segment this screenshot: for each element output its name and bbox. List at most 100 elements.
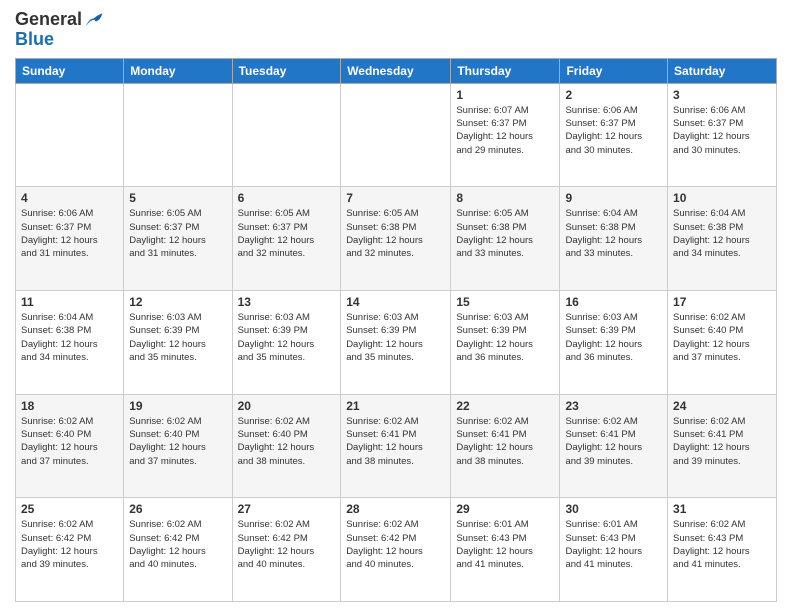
calendar-day-cell: 12Sunrise: 6:03 AM Sunset: 6:39 PM Dayli…: [124, 291, 232, 395]
day-number: 25: [21, 502, 118, 516]
calendar-day-cell: 28 Sunrise: 6:02 AM Sunset: 6:42 PM Dayli…: [341, 498, 451, 602]
day-info: Sunrise: 6:03 AM Sunset: 6:39 PM Dayligh…: [565, 311, 662, 364]
day-info: Sunrise: 6:02 AM Sunset: 6:41 PM Dayligh…: [346, 415, 445, 468]
day-of-week-header: Sunday: [16, 58, 124, 83]
day-number: 23: [565, 399, 662, 413]
page: General Blue SundayMondayTuesdayWednesda…: [0, 0, 792, 612]
day-number: 28: [346, 502, 445, 516]
calendar-table: SundayMondayTuesdayWednesdayThursdayFrid…: [15, 58, 777, 602]
day-info: Sunrise: 6:02 AM Sunset: 6:40 PM Dayligh…: [673, 311, 771, 364]
calendar-day-cell: 24 Sunrise: 6:02 AM Sunset: 6:41 PM Dayli…: [668, 394, 777, 498]
day-number: 22: [456, 399, 554, 413]
calendar-day-cell: 5 Sunrise: 6:05 AM Sunset: 6:37 PM Daylig…: [124, 187, 232, 291]
calendar-day-cell: [124, 83, 232, 187]
day-info: Sunrise: 6:02 AM Sunset: 6:43 PM Dayligh…: [673, 518, 771, 571]
calendar-week-row: 1 Sunrise: 6:07 AM Sunset: 6:37 PM Daylig…: [16, 83, 777, 187]
calendar-week-row: 4 Sunrise: 6:06 AM Sunset: 6:37 PM Daylig…: [16, 187, 777, 291]
day-info: Sunrise: 6:03 AM Sunset: 6:39 PM Dayligh…: [346, 311, 445, 364]
calendar-day-cell: 14 Sunrise: 6:03 AM Sunset: 6:39 PM Dayli…: [341, 291, 451, 395]
day-info: Sunrise: 6:06 AM Sunset: 6:37 PM Dayligh…: [565, 104, 662, 157]
logo-bird-icon: [84, 10, 104, 30]
calendar-day-cell: 4 Sunrise: 6:06 AM Sunset: 6:37 PM Daylig…: [16, 187, 124, 291]
calendar-day-cell: 3 Sunrise: 6:06 AM Sunset: 6:37 PM Daylig…: [668, 83, 777, 187]
calendar-day-cell: 1 Sunrise: 6:07 AM Sunset: 6:37 PM Daylig…: [451, 83, 560, 187]
calendar-day-cell: 29Sunrise: 6:01 AM Sunset: 6:43 PM Dayli…: [451, 498, 560, 602]
day-number: 18: [21, 399, 118, 413]
calendar-day-cell: 7 Sunrise: 6:05 AM Sunset: 6:38 PM Daylig…: [341, 187, 451, 291]
calendar-day-cell: [16, 83, 124, 187]
calendar-day-cell: [341, 83, 451, 187]
day-number: 14: [346, 295, 445, 309]
day-info: Sunrise: 6:02 AM Sunset: 6:41 PM Dayligh…: [673, 415, 771, 468]
calendar-day-cell: 21 Sunrise: 6:02 AM Sunset: 6:41 PM Dayli…: [341, 394, 451, 498]
day-number: 5: [129, 191, 226, 205]
day-info: Sunrise: 6:02 AM Sunset: 6:41 PM Dayligh…: [565, 415, 662, 468]
day-info: Sunrise: 6:04 AM Sunset: 6:38 PM Dayligh…: [673, 207, 771, 260]
header: General Blue: [15, 10, 777, 50]
calendar-day-cell: 11 Sunrise: 6:04 AM Sunset: 6:38 PM Dayli…: [16, 291, 124, 395]
calendar-day-cell: 8 Sunrise: 6:05 AM Sunset: 6:38 PM Daylig…: [451, 187, 560, 291]
day-info: Sunrise: 6:06 AM Sunset: 6:37 PM Dayligh…: [673, 104, 771, 157]
day-info: Sunrise: 6:02 AM Sunset: 6:42 PM Dayligh…: [238, 518, 336, 571]
day-number: 13: [238, 295, 336, 309]
day-number: 7: [346, 191, 445, 205]
calendar-header-row: SundayMondayTuesdayWednesdayThursdayFrid…: [16, 58, 777, 83]
day-number: 20: [238, 399, 336, 413]
day-info: Sunrise: 6:03 AM Sunset: 6:39 PM Dayligh…: [238, 311, 336, 364]
calendar-day-cell: 20Sunrise: 6:02 AM Sunset: 6:40 PM Dayli…: [232, 394, 341, 498]
day-info: Sunrise: 6:05 AM Sunset: 6:38 PM Dayligh…: [456, 207, 554, 260]
day-number: 3: [673, 88, 771, 102]
day-info: Sunrise: 6:05 AM Sunset: 6:38 PM Dayligh…: [346, 207, 445, 260]
day-number: 19: [129, 399, 226, 413]
day-info: Sunrise: 6:06 AM Sunset: 6:37 PM Dayligh…: [21, 207, 118, 260]
calendar-day-cell: 15Sunrise: 6:03 AM Sunset: 6:39 PM Dayli…: [451, 291, 560, 395]
calendar-week-row: 11 Sunrise: 6:04 AM Sunset: 6:38 PM Dayli…: [16, 291, 777, 395]
day-info: Sunrise: 6:02 AM Sunset: 6:42 PM Dayligh…: [21, 518, 118, 571]
day-number: 10: [673, 191, 771, 205]
day-info: Sunrise: 6:02 AM Sunset: 6:41 PM Dayligh…: [456, 415, 554, 468]
calendar-day-cell: 13 Sunrise: 6:03 AM Sunset: 6:39 PM Dayli…: [232, 291, 341, 395]
day-info: Sunrise: 6:01 AM Sunset: 6:43 PM Dayligh…: [456, 518, 554, 571]
day-info: Sunrise: 6:02 AM Sunset: 6:40 PM Dayligh…: [129, 415, 226, 468]
calendar-day-cell: 9 Sunrise: 6:04 AM Sunset: 6:38 PM Daylig…: [560, 187, 668, 291]
day-of-week-header: Tuesday: [232, 58, 341, 83]
calendar-day-cell: 6Sunrise: 6:05 AM Sunset: 6:37 PM Daylig…: [232, 187, 341, 291]
day-number: 26: [129, 502, 226, 516]
calendar-day-cell: 18Sunrise: 6:02 AM Sunset: 6:40 PM Dayli…: [16, 394, 124, 498]
day-number: 1: [456, 88, 554, 102]
calendar-day-cell: 2Sunrise: 6:06 AM Sunset: 6:37 PM Daylig…: [560, 83, 668, 187]
day-info: Sunrise: 6:07 AM Sunset: 6:37 PM Dayligh…: [456, 104, 554, 157]
day-number: 4: [21, 191, 118, 205]
logo-blue-text: Blue: [15, 30, 104, 50]
day-number: 9: [565, 191, 662, 205]
day-info: Sunrise: 6:02 AM Sunset: 6:42 PM Dayligh…: [129, 518, 226, 571]
day-of-week-header: Monday: [124, 58, 232, 83]
day-of-week-header: Friday: [560, 58, 668, 83]
day-info: Sunrise: 6:05 AM Sunset: 6:37 PM Dayligh…: [129, 207, 226, 260]
day-of-week-header: Saturday: [668, 58, 777, 83]
calendar-day-cell: 16Sunrise: 6:03 AM Sunset: 6:39 PM Dayli…: [560, 291, 668, 395]
day-number: 15: [456, 295, 554, 309]
day-of-week-header: Thursday: [451, 58, 560, 83]
day-number: 11: [21, 295, 118, 309]
logo-general-text: General: [15, 10, 82, 30]
calendar-day-cell: 30 Sunrise: 6:01 AM Sunset: 6:43 PM Dayli…: [560, 498, 668, 602]
day-number: 30: [565, 502, 662, 516]
calendar-week-row: 25 Sunrise: 6:02 AM Sunset: 6:42 PM Dayli…: [16, 498, 777, 602]
day-number: 24: [673, 399, 771, 413]
day-number: 6: [238, 191, 336, 205]
calendar-day-cell: 23 Sunrise: 6:02 AM Sunset: 6:41 PM Dayli…: [560, 394, 668, 498]
calendar-day-cell: 10 Sunrise: 6:04 AM Sunset: 6:38 PM Dayli…: [668, 187, 777, 291]
calendar-day-cell: 17 Sunrise: 6:02 AM Sunset: 6:40 PM Dayli…: [668, 291, 777, 395]
day-info: Sunrise: 6:02 AM Sunset: 6:42 PM Dayligh…: [346, 518, 445, 571]
day-number: 8: [456, 191, 554, 205]
day-info: Sunrise: 6:04 AM Sunset: 6:38 PM Dayligh…: [565, 207, 662, 260]
calendar-day-cell: 25 Sunrise: 6:02 AM Sunset: 6:42 PM Dayli…: [16, 498, 124, 602]
day-number: 21: [346, 399, 445, 413]
day-info: Sunrise: 6:04 AM Sunset: 6:38 PM Dayligh…: [21, 311, 118, 364]
day-number: 17: [673, 295, 771, 309]
day-info: Sunrise: 6:01 AM Sunset: 6:43 PM Dayligh…: [565, 518, 662, 571]
calendar-day-cell: 19 Sunrise: 6:02 AM Sunset: 6:40 PM Dayli…: [124, 394, 232, 498]
calendar-day-cell: 26 Sunrise: 6:02 AM Sunset: 6:42 PM Dayli…: [124, 498, 232, 602]
calendar-day-cell: 22 Sunrise: 6:02 AM Sunset: 6:41 PM Dayli…: [451, 394, 560, 498]
